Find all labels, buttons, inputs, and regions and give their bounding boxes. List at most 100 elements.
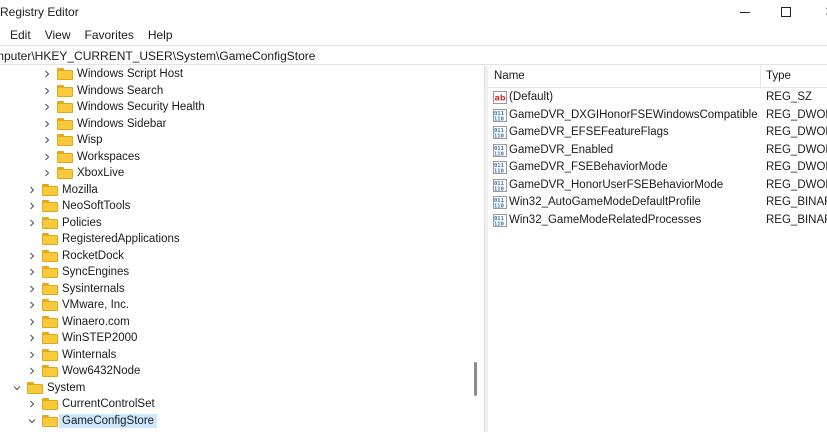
chevron-right-icon[interactable] [27, 185, 37, 195]
folder-icon [57, 68, 73, 80]
svg-text:110: 110 [494, 151, 504, 157]
tree-node[interactable]: WinSTEP2000 [27, 330, 137, 346]
value-type: REG_DWORD [766, 126, 827, 138]
chevron-right-icon[interactable] [42, 86, 52, 96]
folder-icon [42, 348, 58, 361]
value-list[interactable]: Name Type ab (Default) REG_SZ 011 110 GameDVR… [488, 66, 827, 432]
value-row[interactable]: 011 110 GameDVR_HonorUserFSEBehaviorMode RE… [488, 177, 827, 194]
tree-node[interactable]: XboxLive [42, 165, 124, 181]
tree-node[interactable]: SyncEngines [27, 264, 129, 280]
tree-node[interactable]: NeoSoftTools [27, 198, 130, 214]
chevron-down-icon[interactable] [12, 383, 22, 393]
menu-favorites[interactable]: Favorites [84, 25, 133, 45]
chevron-right-icon[interactable] [27, 399, 37, 409]
svg-text:110: 110 [494, 116, 504, 122]
chevron-right-icon[interactable] [27, 218, 37, 228]
chevron-right-icon[interactable] [42, 168, 52, 178]
chevron-right-icon[interactable] [27, 267, 37, 277]
key-tree[interactable]: Windows Script Host Windows Search Windows… [0, 66, 482, 432]
svg-text:110: 110 [494, 134, 504, 140]
tree-node-label: RocketDock [62, 249, 124, 262]
value-type: REG_DWORD [766, 108, 827, 121]
tree-node[interactable]: Windows Sidebar [42, 116, 166, 132]
tree-node[interactable]: Windows Search [42, 83, 163, 99]
tree-node-label: Mozilla [62, 183, 98, 196]
tree-node[interactable]: GameConfigStore [27, 413, 158, 429]
tree-node[interactable]: RocketDock [27, 248, 124, 264]
tree-node-label: Sysinternals [62, 282, 125, 295]
tree-node[interactable]: Sysinternals [27, 281, 125, 297]
value-row[interactable]: 011110GameDVR_FSEBehaviorMode REG_DWORD [488, 159, 827, 176]
folder-icon [42, 332, 58, 344]
tree-node[interactable]: Workspaces [42, 149, 140, 165]
svg-text:110: 110 [494, 186, 504, 192]
tree-node-label: Windows Sidebar [77, 117, 167, 130]
value-row[interactable]: 011110GameDVR_Enabled REG_DWORD [488, 142, 827, 159]
chevron-right-icon[interactable] [27, 300, 37, 310]
chevron-right-icon[interactable] [27, 317, 37, 327]
value-row[interactable]: 011 110 Win32_AutoGameModeDefaultProfile RE… [488, 194, 827, 211]
tree-node[interactable]: System [12, 380, 85, 396]
value-name: GameDVR_FSEBehaviorMode [509, 161, 668, 173]
value-name: Win32_AutoGameModeDefaultProfile [509, 196, 701, 208]
menu-view[interactable]: View [45, 25, 71, 45]
tree-node[interactable]: RegisteredApplications [27, 231, 180, 247]
svg-text:110: 110 [494, 221, 504, 227]
column-name-header[interactable]: Name [494, 70, 525, 82]
chevron-right-icon[interactable] [42, 69, 52, 79]
value-row[interactable]: 011110GameDVR_EFSEFeatureFlags REG_DWORD [488, 124, 827, 141]
value-row[interactable]: 011 110 GameDVR_DXGIHonorFSEWindowsCompati… [488, 107, 827, 124]
tree-node[interactable]: Windows Script Host [42, 66, 183, 82]
chevron-right-icon[interactable] [42, 152, 52, 162]
tree-node[interactable]: VMware, Inc. [27, 297, 129, 313]
tree-scrollbar[interactable] [470, 66, 482, 432]
svg-text:ab: ab [495, 94, 506, 103]
chevron-right-icon[interactable] [27, 350, 37, 360]
folder-icon [57, 84, 73, 97]
maximize-icon [781, 7, 791, 17]
column-divider[interactable] [760, 66, 761, 88]
chevron-right-icon[interactable] [42, 119, 52, 129]
folder-icon [42, 398, 58, 410]
window-title: Registry Editor [0, 5, 79, 19]
value-row[interactable]: ab (Default) REG_SZ [488, 89, 827, 106]
value-type: REG_BINARY [766, 213, 827, 226]
column-type-header[interactable]: Type [766, 70, 791, 82]
tree-node-label: RegisteredApplications [62, 233, 180, 245]
menu-help[interactable]: Help [148, 25, 173, 45]
folder-icon [42, 200, 58, 212]
minimize-button[interactable] [723, 0, 767, 24]
folder-icon [57, 150, 73, 163]
value-row[interactable]: 011 110 Win32_GameModeRelatedProcesses REG_… [488, 212, 827, 229]
chevron-right-icon[interactable] [42, 135, 52, 145]
tree-node[interactable]: Wow6432Node [27, 363, 140, 379]
maximize-button[interactable] [764, 0, 808, 24]
tree-scroll-thumb[interactable] [474, 362, 477, 396]
tree-node[interactable]: Policies [27, 215, 102, 231]
tree-node-label: Winternals [62, 348, 117, 361]
tree-node[interactable]: Windows Security Health [42, 99, 205, 115]
close-button[interactable]: ✕ [808, 0, 827, 24]
tree-node-label: GameConfigStore [59, 413, 158, 428]
tree-node[interactable]: Mozilla [27, 182, 98, 198]
folder-icon [57, 167, 73, 179]
address-path[interactable]: mputer\HKEY_CURRENT_USER\System\GameConf… [0, 49, 315, 63]
chevron-right-icon[interactable] [27, 284, 37, 294]
menu-edit[interactable]: Edit [10, 25, 31, 45]
chevron-right-icon[interactable] [27, 366, 37, 376]
tree-node[interactable]: CurrentControlSet [27, 396, 155, 412]
chevron-down-icon[interactable] [27, 416, 37, 426]
folder-icon [42, 299, 58, 311]
chevron-right-icon[interactable] [27, 251, 37, 261]
chevron-right-icon[interactable] [27, 333, 37, 343]
svg-text:110: 110 [494, 204, 504, 210]
chevron-right-icon[interactable] [42, 102, 52, 112]
address-bar[interactable]: mputer\HKEY_CURRENT_USER\System\GameConf… [0, 45, 827, 65]
tree-node[interactable]: Wisp [42, 132, 103, 148]
tree-node[interactable]: Winaero.com [27, 314, 130, 330]
chevron-right-icon[interactable] [27, 201, 37, 211]
tree-node-label: NeoSoftTools [62, 200, 131, 212]
tree-node-label: Windows Search [77, 84, 164, 97]
tree-node[interactable]: Winternals [27, 347, 116, 363]
